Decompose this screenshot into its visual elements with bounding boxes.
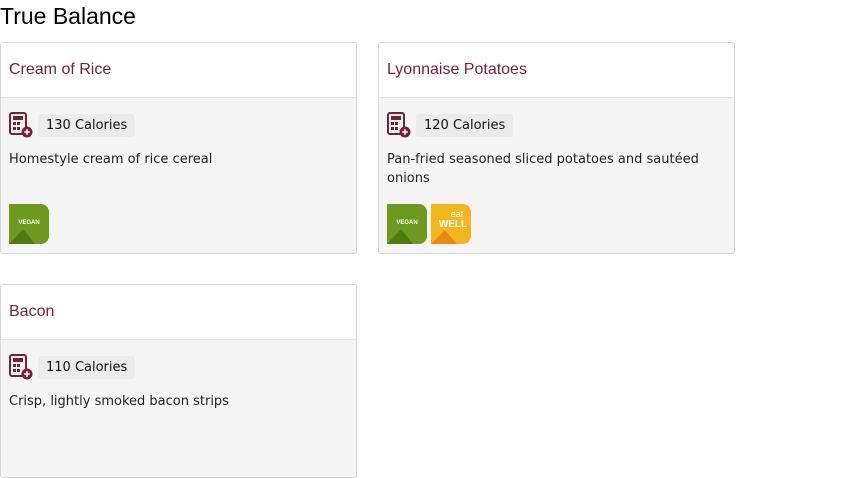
card-header: Cream of Rice	[1, 43, 356, 98]
nutrition-calculator-icon[interactable]	[9, 112, 33, 138]
nutrition-calculator-icon[interactable]	[387, 112, 411, 138]
card-header: Bacon	[1, 285, 356, 340]
eat-well-label-bottom: WELL	[439, 219, 467, 230]
card-body: 130 Calories Homestyle cream of rice cer…	[1, 98, 356, 253]
vegan-label: VEGAN	[18, 220, 39, 226]
eat-well-label-top: eat	[451, 209, 464, 219]
calorie-row: 130 Calories	[9, 112, 348, 138]
menu-item-title[interactable]: Lyonnaise Potatoes	[387, 61, 527, 79]
calorie-row: 120 Calories	[387, 112, 726, 138]
card-body: 120 Calories Pan-fried seasoned sliced p…	[379, 98, 734, 253]
card-header: Lyonnaise Potatoes	[379, 43, 734, 98]
card-body: 110 Calories Crisp, lightly smoked bacon…	[1, 340, 356, 477]
dietary-badges: VEGAN	[9, 204, 49, 244]
nutrition-calculator-icon[interactable]	[9, 354, 33, 380]
menu-item-description: Homestyle cream of rice cereal	[9, 152, 213, 167]
menu-item-description: Crisp, lightly smoked bacon strips	[9, 394, 229, 409]
menu-item-card: Bacon 110 Calories Crisp, lightly smoked…	[0, 284, 357, 478]
calorie-count: 120 Calories	[416, 113, 514, 137]
vegan-label: VEGAN	[396, 220, 417, 226]
vegan-icon[interactable]: VEGAN	[387, 204, 427, 244]
dietary-badges: VEGAN eat WELL	[387, 204, 471, 244]
menu-item-title[interactable]: Cream of Rice	[9, 61, 111, 79]
vegan-icon[interactable]: VEGAN	[9, 204, 49, 244]
menu-item-card: Lyonnaise Potatoes 120 Calories Pan-frie…	[378, 42, 735, 254]
menu-item-title[interactable]: Bacon	[9, 303, 54, 321]
section-title: True Balance	[0, 3, 136, 29]
menu-item-description: Pan-fried seasoned sliced potatoes and s…	[387, 152, 699, 186]
eat-well-icon[interactable]: eat WELL	[431, 204, 471, 244]
menu-item-card: Cream of Rice 130 Calories Homestyle cre…	[0, 42, 357, 254]
calorie-count: 130 Calories	[38, 113, 136, 137]
calorie-count: 110 Calories	[38, 355, 136, 379]
calorie-row: 110 Calories	[9, 354, 348, 380]
